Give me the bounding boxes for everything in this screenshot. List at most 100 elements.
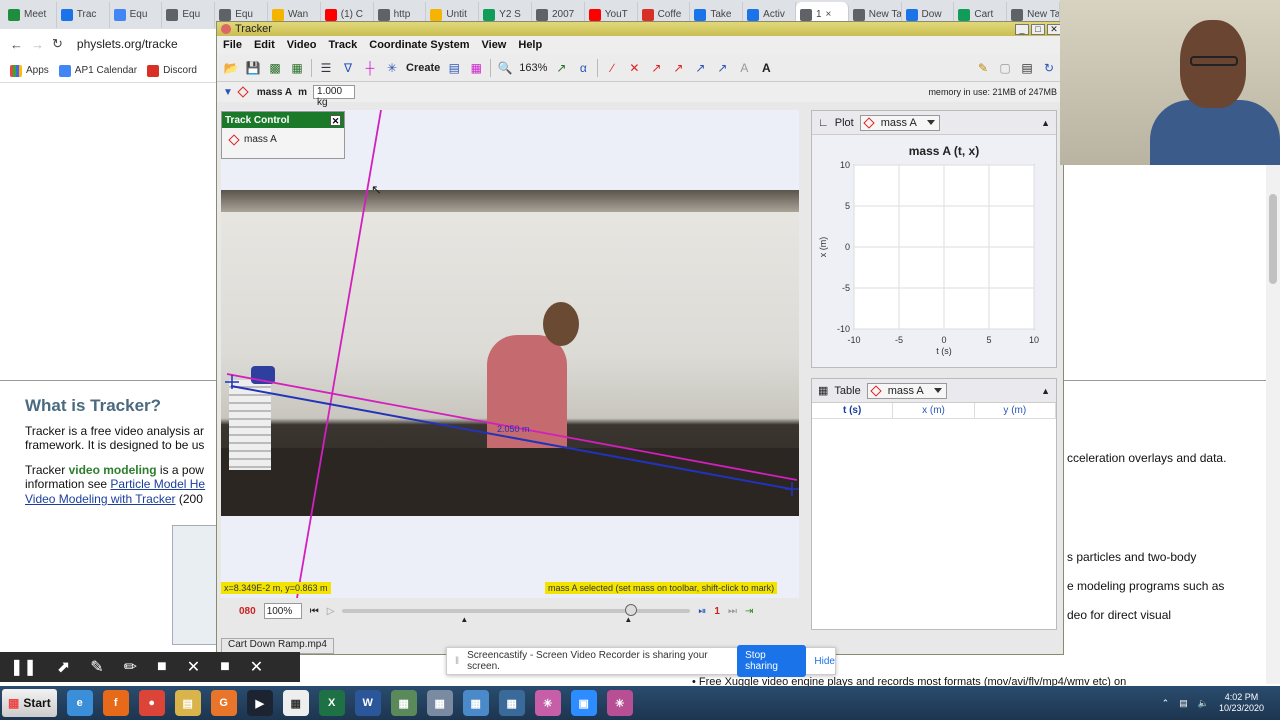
- model-builder-icon[interactable]: α: [575, 60, 591, 76]
- close-tab-icon[interactable]: ×: [826, 9, 832, 20]
- loop-icon[interactable]: ⇥: [745, 606, 753, 617]
- volume-icon[interactable]: 🔈: [1198, 698, 1209, 709]
- step-forward-icon[interactable]: ⏭: [728, 606, 737, 617]
- selected-track-label[interactable]: mass A: [257, 87, 292, 98]
- rewind-icon[interactable]: ⏮: [310, 606, 319, 617]
- minimize-button[interactable]: _: [1015, 23, 1029, 35]
- mass-field[interactable]: 1.000 kg: [313, 85, 356, 108]
- pencil-icon[interactable]: ✎: [975, 60, 991, 76]
- reload-icon[interactable]: ↻: [52, 36, 63, 52]
- calibration-stick[interactable]: [230, 385, 792, 490]
- video-canvas[interactable]: 2.050 m ↖: [221, 110, 799, 598]
- page-scrollbar[interactable]: [1266, 84, 1280, 684]
- app-icon[interactable]: ▦: [390, 690, 417, 716]
- file-explorer-icon[interactable]: ▤: [174, 690, 201, 716]
- end-marker-icon[interactable]: ▲: [624, 615, 632, 624]
- track-menu-icon[interactable]: ▼: [223, 87, 233, 98]
- table-track-dropdown[interactable]: mass A: [866, 382, 947, 399]
- step-back-icon[interactable]: ⏯: [698, 606, 706, 617]
- cursor-icon[interactable]: ⬈: [57, 657, 70, 677]
- calibration-length-label[interactable]: 2.050 m: [497, 424, 530, 434]
- video-modeling-link[interactable]: Video Modeling with Tracker: [25, 492, 176, 506]
- eraser-icon[interactable]: ✕: [187, 657, 200, 677]
- browser-tab[interactable]: Trac: [57, 1, 110, 28]
- zoom-icon[interactable]: 🔍: [497, 60, 513, 76]
- acceleration-icon[interactable]: ↗: [670, 60, 686, 76]
- plot-label[interactable]: Plot: [835, 117, 854, 129]
- ruler-icon[interactable]: ▤: [446, 60, 462, 76]
- step-size[interactable]: 1: [714, 606, 720, 617]
- stop-sharing-button[interactable]: Stop sharing: [737, 645, 807, 677]
- track-button-mass-a[interactable]: mass A: [222, 128, 344, 151]
- menu-view[interactable]: View: [482, 39, 507, 51]
- fixed-icon[interactable]: ↗: [714, 60, 730, 76]
- create-button[interactable]: Create: [406, 62, 440, 74]
- maximize-button[interactable]: □: [1031, 23, 1045, 35]
- table-label[interactable]: Table: [834, 385, 860, 397]
- calculator-icon[interactable]: ▦: [282, 690, 309, 716]
- plot-icon[interactable]: ∟: [818, 117, 829, 129]
- firefox-icon[interactable]: f: [102, 690, 129, 716]
- create-track-icon[interactable]: ✳: [384, 60, 400, 76]
- scrollbar-thumb[interactable]: [1269, 194, 1277, 284]
- memory-readout[interactable]: memory in use: 21MB of 247MB: [928, 87, 1063, 97]
- save-icon[interactable]: 💾: [245, 60, 261, 76]
- close-icon[interactable]: ✕: [250, 657, 263, 677]
- table-icon[interactable]: ▦: [818, 384, 828, 397]
- playback-rate-field[interactable]: 100%: [263, 603, 302, 619]
- plot-chart[interactable]: mass A (t, x) -10 -5 0 5 10 10 5 0 -5 -10 t (s) x (m…: [812, 135, 1056, 367]
- coordinate-axis-line[interactable]: [296, 110, 382, 598]
- close-icon[interactable]: ✕: [330, 114, 341, 126]
- axes-icon[interactable]: ┼: [362, 60, 378, 76]
- tape-icon[interactable]: ▦: [468, 60, 484, 76]
- browser-tab[interactable]: Equ: [110, 1, 163, 28]
- frame-number[interactable]: 080: [239, 606, 256, 617]
- chrome-icon[interactable]: ●: [138, 690, 165, 716]
- collapse-icon[interactable]: ▲: [1041, 386, 1050, 396]
- hide-button[interactable]: Hide: [814, 656, 835, 667]
- back-icon[interactable]: ←: [10, 37, 23, 52]
- track-control-header[interactable]: Track Control ✕: [222, 112, 344, 128]
- plot-track-dropdown[interactable]: mass A: [859, 114, 940, 131]
- bookmark-apps[interactable]: Apps: [10, 64, 49, 77]
- layout-icon[interactable]: ▤: [1019, 60, 1035, 76]
- velocity-icon[interactable]: ↗: [648, 60, 664, 76]
- menu-track[interactable]: Track: [329, 39, 358, 51]
- ie-icon[interactable]: e: [66, 690, 93, 716]
- drag-handle-icon[interactable]: ‖: [455, 656, 459, 667]
- xmass-icon[interactable]: ↗: [692, 60, 708, 76]
- webcam-toggle-icon[interactable]: ■: [220, 658, 230, 676]
- browser-tab[interactable]: Equ: [162, 1, 216, 28]
- collapse-icon[interactable]: ▲: [1041, 118, 1050, 128]
- clock[interactable]: 4:02 PM 10/23/2020: [1219, 692, 1264, 714]
- menu-edit[interactable]: Edit: [254, 39, 275, 51]
- video-slider[interactable]: ▲ ▲: [342, 604, 691, 624]
- zoom-app-icon[interactable]: ▣: [570, 690, 597, 716]
- tracker-icon[interactable]: ✳: [606, 690, 633, 716]
- clip-settings-icon[interactable]: ☰: [318, 60, 334, 76]
- position-icon[interactable]: ✕: [626, 60, 642, 76]
- pause-icon[interactable]: ❚❚: [10, 657, 37, 677]
- trails-icon[interactable]: ∕: [604, 60, 620, 76]
- network-icon[interactable]: ▤: [1179, 698, 1188, 709]
- geogebra-icon[interactable]: G: [210, 690, 237, 716]
- app-icon[interactable]: ▦: [426, 690, 453, 716]
- calibration-icon[interactable]: ∇: [340, 60, 356, 76]
- bookmark-ap1-calendar[interactable]: AP1 Calendar: [58, 64, 137, 77]
- app-icon[interactable]: ▦: [498, 690, 525, 716]
- start-button[interactable]: ▦ Start: [2, 689, 57, 717]
- media-player-icon[interactable]: ▶: [246, 690, 273, 716]
- start-marker-icon[interactable]: ▲: [460, 615, 468, 624]
- browser-tab[interactable]: Meet: [4, 1, 57, 28]
- camera-icon[interactable]: ■: [157, 658, 167, 676]
- menu-help[interactable]: Help: [518, 39, 542, 51]
- tracker-icon[interactable]: ✳: [534, 690, 561, 716]
- column-header-t[interactable]: t (s): [812, 403, 894, 418]
- column-header-y[interactable]: y (m): [975, 403, 1056, 418]
- excel-icon[interactable]: X: [318, 690, 345, 716]
- tracker-titlebar[interactable]: Tracker _ □ ✕: [217, 22, 1063, 36]
- word-icon[interactable]: W: [354, 690, 381, 716]
- font-smaller-icon[interactable]: A: [736, 60, 752, 76]
- open-icon[interactable]: 📂: [223, 60, 239, 76]
- particle-model-link[interactable]: Particle Model He: [110, 477, 205, 491]
